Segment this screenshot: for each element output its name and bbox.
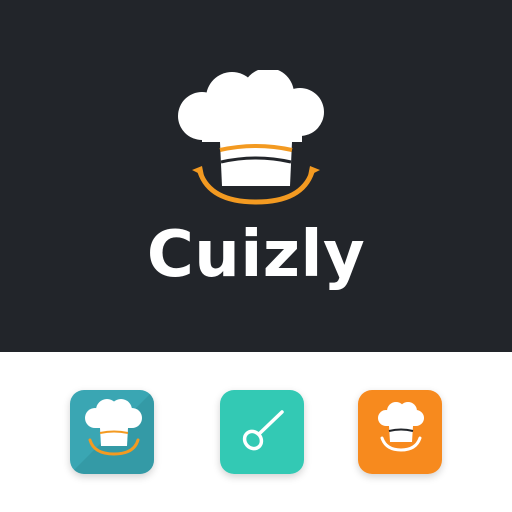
chef-hat-icon — [70, 390, 154, 474]
chef-hat-icon — [178, 70, 324, 205]
chef-hat-icon — [358, 390, 442, 474]
app-icon-teal — [70, 390, 154, 474]
spoon-icon — [220, 390, 304, 474]
brand-name: Cuizly — [146, 218, 366, 292]
app-icon-orange — [358, 390, 442, 474]
app-icon-row — [0, 352, 512, 512]
logo-hero-panel: Cuizly — [0, 0, 512, 352]
app-icon-mint — [220, 390, 304, 474]
